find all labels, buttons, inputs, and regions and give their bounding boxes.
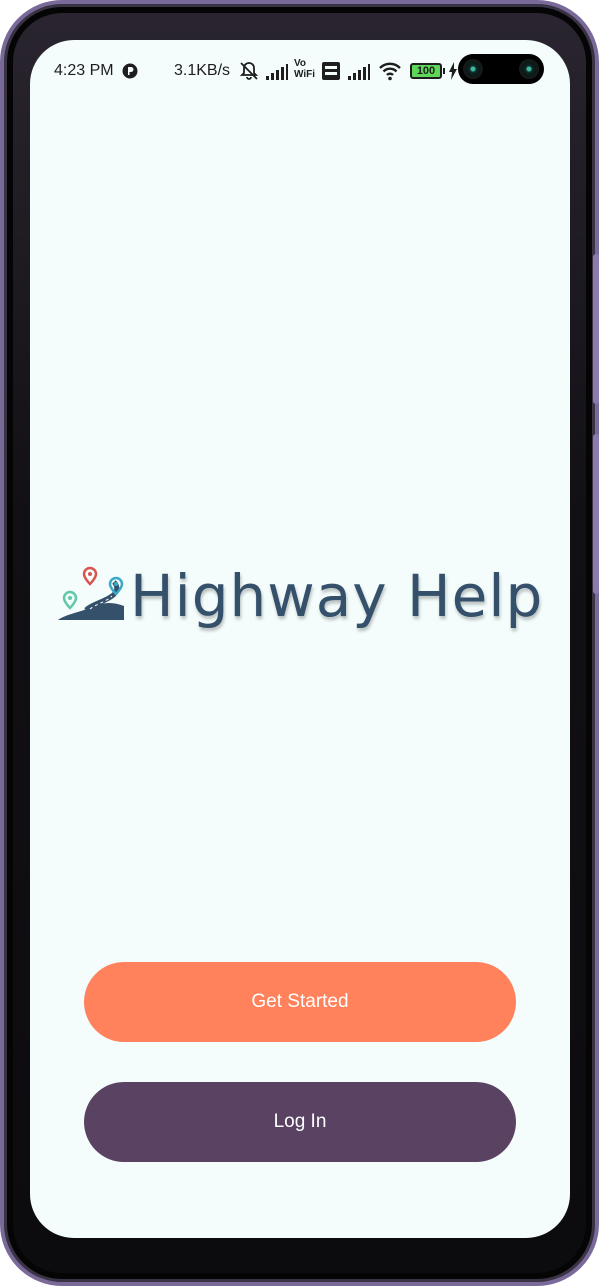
- map-pin-green: [62, 590, 78, 610]
- power-button: [593, 434, 599, 594]
- battery-icon: 100: [410, 63, 442, 79]
- status-time: 4:23 PM: [54, 62, 114, 79]
- status-bar: 4:23 PM 3.1KB/s Vo WiFi 100: [30, 40, 570, 102]
- charging-icon: [449, 62, 457, 80]
- battery-tip: [443, 68, 445, 74]
- network-speed: 3.1KB/s: [174, 62, 231, 79]
- wifi-icon: [379, 62, 401, 81]
- mute-bell-icon: [239, 62, 259, 80]
- front-camera-lens: [519, 59, 539, 79]
- battery-level: 100: [416, 65, 436, 77]
- log-in-button[interactable]: Log In: [84, 1082, 516, 1162]
- app-screen: 4:23 PM 3.1KB/s Vo WiFi 100 Highway Help…: [30, 40, 570, 1238]
- phone-frame: 4:23 PM 3.1KB/s Vo WiFi 100 Highway Help…: [0, 0, 599, 1286]
- road-map-pin-icon: [58, 566, 124, 620]
- vowifi-icon: Vo WiFi: [294, 58, 316, 80]
- get-started-button[interactable]: Get Started: [84, 962, 516, 1042]
- volume-button: [593, 254, 599, 404]
- messenger-icon: [122, 63, 138, 79]
- map-pin-red: [82, 566, 98, 586]
- signal-icon: [266, 64, 288, 80]
- camera-cutout: [458, 54, 544, 84]
- app-logo: Highway Help: [56, 560, 546, 640]
- volte-icon: [322, 62, 340, 80]
- app-name: Highway Help: [130, 562, 544, 630]
- front-camera-lens: [463, 59, 483, 79]
- signal-icon: [348, 64, 370, 80]
